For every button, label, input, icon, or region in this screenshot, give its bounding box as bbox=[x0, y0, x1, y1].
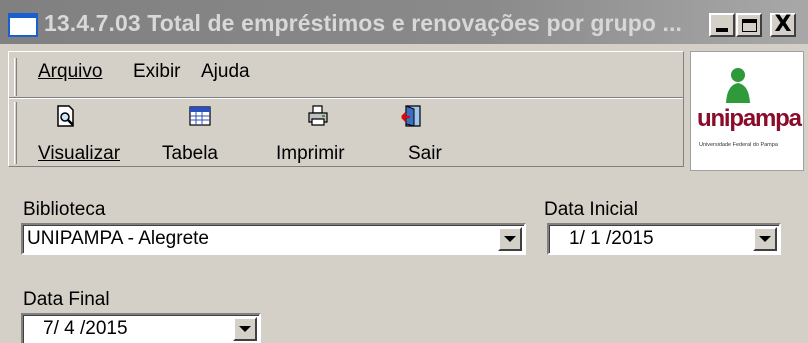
data-inicial-label: Data Inicial bbox=[544, 199, 638, 220]
title-bar[interactable]: 13.4.7.03 Total de empréstimos e renovaç… bbox=[0, 0, 808, 44]
tabela-button[interactable]: Tabela bbox=[146, 104, 246, 164]
menu-exibir-label: Exibir bbox=[133, 61, 181, 82]
biblioteca-dropdown-button[interactable] bbox=[498, 227, 522, 251]
biblioteca-label: Biblioteca bbox=[23, 199, 106, 220]
close-icon: X bbox=[774, 12, 792, 37]
data-inicial-picker[interactable]: 1/ 1 /2015 bbox=[547, 223, 781, 255]
menubar-grip[interactable] bbox=[14, 58, 17, 96]
sair-button[interactable]: Sair bbox=[372, 104, 472, 164]
window-icon bbox=[8, 13, 38, 37]
logo-wordmark: unipampa bbox=[697, 105, 802, 132]
preview-icon bbox=[57, 105, 74, 127]
chevron-down-icon bbox=[759, 236, 771, 242]
data-final-label: Data Final bbox=[23, 289, 110, 310]
close-button[interactable]: X bbox=[770, 13, 796, 37]
biblioteca-select[interactable]: UNIPAMPA - Alegrete bbox=[21, 223, 526, 255]
toolbar-divider bbox=[9, 97, 683, 99]
unipampa-logo: unipampa Universidade Federal do Pampa bbox=[690, 51, 804, 171]
minimize-button[interactable] bbox=[709, 13, 735, 37]
printer-icon bbox=[308, 105, 328, 126]
exit-icon bbox=[401, 105, 421, 127]
window-title: 13.4.7.03 Total de empréstimos e renovaç… bbox=[44, 10, 682, 36]
maximize-icon bbox=[741, 18, 757, 32]
data-final-picker[interactable]: 7/ 4 /2015 bbox=[21, 313, 261, 343]
imprimir-label: Imprimir bbox=[276, 143, 345, 164]
minimize-icon bbox=[716, 28, 728, 32]
table-icon bbox=[189, 106, 211, 126]
maximize-button[interactable] bbox=[736, 13, 762, 37]
logo-tree-icon bbox=[726, 68, 750, 103]
tabela-label: Tabela bbox=[162, 143, 218, 164]
menu-arquivo[interactable]: Arquivo bbox=[38, 61, 102, 83]
chevron-down-icon bbox=[239, 326, 251, 332]
visualizar-label: Visualizar bbox=[38, 143, 121, 164]
data-inicial-dropdown-button[interactable] bbox=[753, 227, 777, 251]
visualizar-button[interactable]: Visualizar bbox=[16, 104, 120, 164]
imprimir-button[interactable]: Imprimir bbox=[262, 104, 362, 164]
toolbar-area: Arquivo Exibir Ajuda Visualizar Tabela I… bbox=[0, 44, 808, 174]
data-final-dropdown-button[interactable] bbox=[233, 317, 257, 341]
menu-arquivo-label: Arquivo bbox=[38, 61, 103, 82]
menu-ajuda[interactable]: Ajuda bbox=[201, 61, 250, 83]
menu-ajuda-label: Ajuda bbox=[201, 61, 250, 82]
data-final-value: 7/ 4 /2015 bbox=[43, 318, 128, 339]
menu-exibir[interactable]: Exibir bbox=[133, 61, 181, 83]
sair-label: Sair bbox=[408, 143, 442, 164]
chevron-down-icon bbox=[504, 236, 516, 242]
logo-subtitle: Universidade Federal do Pampa bbox=[699, 142, 778, 148]
data-inicial-value: 1/ 1 /2015 bbox=[569, 228, 654, 249]
biblioteca-value: UNIPAMPA - Alegrete bbox=[27, 228, 209, 249]
